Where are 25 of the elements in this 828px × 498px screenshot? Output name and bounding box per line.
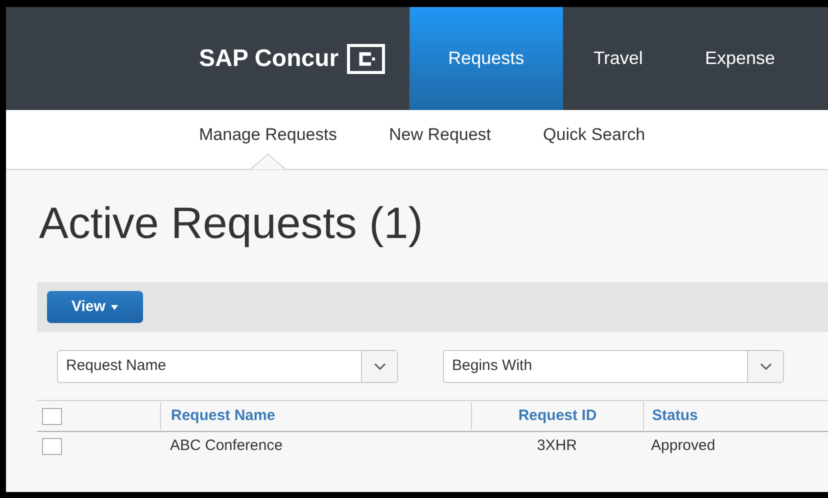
column-header[interactable]: Request Name bbox=[160, 402, 471, 430]
nav-tab[interactable]: Travel bbox=[562, 7, 674, 110]
page-title: Active Requests (1) bbox=[39, 198, 424, 250]
filter-dropdown[interactable]: Begins With bbox=[443, 350, 784, 383]
select-all-checkbox[interactable] bbox=[42, 408, 62, 424]
brand-name: SAP Concur bbox=[199, 44, 339, 74]
chevron-down-icon bbox=[760, 362, 772, 370]
logo-icon bbox=[346, 44, 385, 74]
nav-tab[interactable]: Requests bbox=[408, 7, 563, 110]
subnav-link[interactable]: Manage Requests bbox=[199, 110, 337, 169]
caret-icon bbox=[111, 304, 118, 310]
table-cell-text: ABC Conference bbox=[169, 436, 284, 456]
nav-tab[interactable]: Expense bbox=[674, 7, 806, 110]
table-cell-text: Approved bbox=[650, 436, 716, 456]
column-header[interactable]: Status bbox=[643, 402, 803, 430]
dropdown-value: Request Name bbox=[65, 356, 168, 376]
dropdown-value: Begins With bbox=[451, 356, 534, 376]
row-checkbox[interactable] bbox=[42, 438, 62, 454]
view-button[interactable]: View bbox=[47, 291, 143, 323]
column-header[interactable]: Request ID bbox=[471, 402, 643, 430]
subnav-link[interactable]: Quick Search bbox=[543, 110, 646, 169]
chevron-down-icon bbox=[374, 362, 386, 370]
filter-dropdown[interactable]: Request Name bbox=[57, 350, 398, 383]
subnav-link[interactable]: New Request bbox=[388, 110, 492, 169]
table-cell-text: 3XHR bbox=[536, 436, 578, 456]
